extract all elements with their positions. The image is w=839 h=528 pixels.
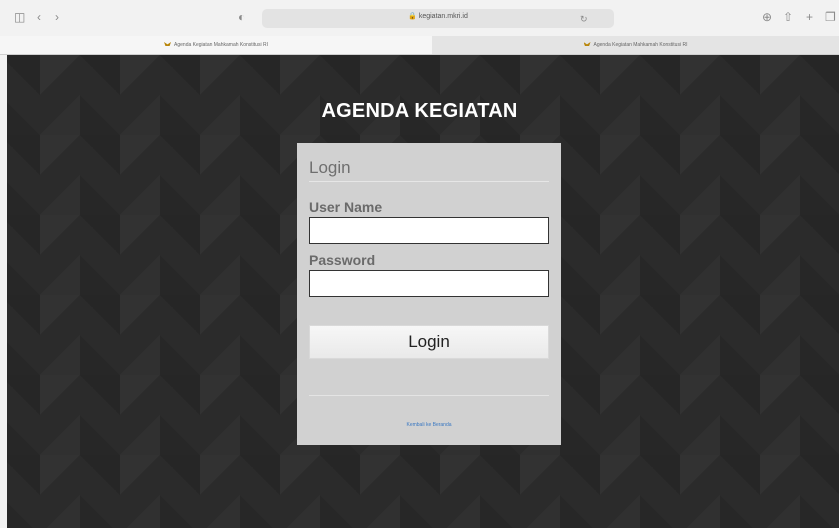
plus-icon[interactable]: + [806, 10, 813, 24]
download-icon[interactable]: ⊕ [762, 10, 772, 24]
garuda-favicon-icon [164, 42, 171, 48]
tab-2[interactable]: Agenda Kegiatan Mahkamah Konstitusi RI [432, 36, 839, 54]
tab-1[interactable]: Agenda Kegiatan Mahkamah Konstitusi RI [0, 36, 432, 54]
reload-icon[interactable]: ↻ [580, 12, 588, 26]
garuda-favicon-icon [584, 42, 591, 48]
tab-bar: Agenda Kegiatan Mahkamah Konstitusi RI A… [0, 36, 839, 55]
tab-title: Agenda Kegiatan Mahkamah Konstitusi RI [174, 42, 268, 48]
url-text: kegiatan.mkri.id [418, 13, 468, 20]
browser-toolbar: ◫ ‹ › ◐ 🔒 kegiatan.mkri.id ↻ ⊕ ⇧ + ❐ [0, 0, 839, 36]
divider [309, 395, 549, 396]
tabs-overview-icon[interactable]: ❐ [825, 10, 836, 24]
login-panel: Login User Name Password Login Kembali k… [297, 143, 561, 445]
tab-title: Agenda Kegiatan Mahkamah Konstitusi RI [593, 42, 688, 48]
chevron-right-icon[interactable]: › [55, 10, 59, 24]
page-title: AGENDA KEGIATAN [321, 100, 518, 122]
window-edge [0, 55, 7, 528]
share-icon[interactable]: ⇧ [783, 10, 793, 24]
password-label: Password [309, 252, 376, 268]
username-input[interactable] [309, 217, 549, 244]
divider [309, 181, 549, 182]
username-label: User Name [309, 199, 383, 215]
lock-icon: 🔒 [408, 13, 417, 20]
address-bar[interactable]: 🔒 kegiatan.mkri.id ↻ [262, 9, 614, 28]
password-input[interactable] [309, 270, 549, 297]
login-title: Login [309, 158, 351, 177]
shield-icon[interactable]: ◐ [238, 10, 245, 24]
back-to-home-link[interactable]: Kembali ke Beranda [297, 422, 561, 428]
login-button[interactable]: Login [309, 325, 549, 359]
chevron-left-icon[interactable]: ‹ [37, 10, 41, 24]
sidebar-icon[interactable]: ◫ [14, 10, 25, 24]
